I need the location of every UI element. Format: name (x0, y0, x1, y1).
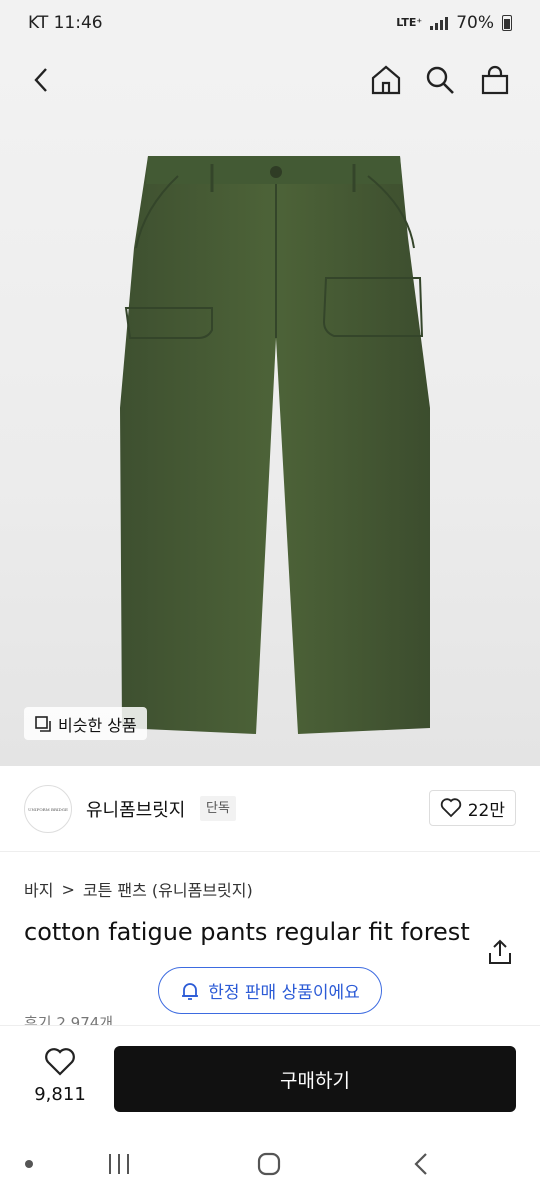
breadcrumb-separator: > (61, 879, 75, 899)
wish-button[interactable]: 9,811 (24, 1048, 96, 1105)
breadcrumb-category[interactable]: 바지 (24, 877, 53, 901)
buy-button[interactable]: 구매하기 (114, 1046, 516, 1112)
home-circle-icon[interactable] (256, 1151, 282, 1177)
brand-like-count: 22만 (467, 800, 505, 821)
heart-icon (45, 1048, 75, 1076)
brand-row: UNIFORM BRIDGE 유니폼브릿지 단독 22만 (0, 766, 540, 852)
product-photo[interactable] (108, 148, 438, 748)
wish-count: 9,811 (34, 1084, 86, 1105)
home-icon (371, 65, 401, 95)
status-indicators: LTE⁺ 70% (396, 13, 512, 33)
network-type: LTE⁺ (396, 16, 423, 29)
heart-icon (440, 798, 461, 818)
share-button[interactable] (486, 938, 514, 966)
search-icon (426, 66, 454, 94)
back-button[interactable] (24, 62, 60, 98)
share-icon (489, 939, 511, 964)
bell-icon (182, 982, 199, 1000)
home-button[interactable] (368, 62, 404, 98)
status-bar: KT 11:46 LTE⁺ 70% (0, 0, 540, 48)
brand-logo[interactable]: UNIFORM BRIDGE (24, 785, 72, 833)
similar-products-button[interactable]: 비슷한 상품 (24, 707, 147, 740)
breadcrumb: 바지 > 코튼 팬츠 (유니폼브릿지) (24, 877, 253, 901)
signal-icon (430, 16, 449, 30)
dot-icon[interactable] (24, 1159, 34, 1169)
top-nav (0, 48, 540, 112)
back-nav-icon[interactable] (410, 1151, 434, 1177)
exclusive-badge: 단독 (200, 796, 236, 821)
breadcrumb-subcategory[interactable]: 코튼 팬츠 (유니폼브릿지) (83, 877, 253, 901)
brand-like-button[interactable]: 22만 (428, 790, 516, 826)
status-carrier-time: KT 11:46 (28, 13, 103, 33)
recent-apps-icon[interactable] (106, 1151, 132, 1177)
brand-name[interactable]: 유니폼브릿지 (86, 796, 185, 822)
shopping-bag-icon (481, 65, 509, 95)
battery-icon (502, 15, 512, 31)
product-image-area: 비슷한 상품 (0, 48, 540, 766)
system-nav-bar (0, 1135, 540, 1200)
copy-icon (35, 715, 51, 732)
cart-button[interactable] (477, 62, 513, 98)
battery-percent: 70% (456, 13, 494, 33)
chevron-left-icon (34, 68, 47, 92)
limited-sale-badge[interactable]: 한정 판매 상품이에요 (158, 967, 382, 1014)
product-title: cotton fatigue pants regular fit forest (24, 918, 470, 946)
search-button[interactable] (422, 62, 458, 98)
purchase-bar: 9,811 구매하기 (0, 1025, 540, 1135)
similar-products-label: 비슷한 상품 (58, 715, 137, 735)
limited-sale-label: 한정 판매 상품이에요 (208, 983, 360, 1003)
